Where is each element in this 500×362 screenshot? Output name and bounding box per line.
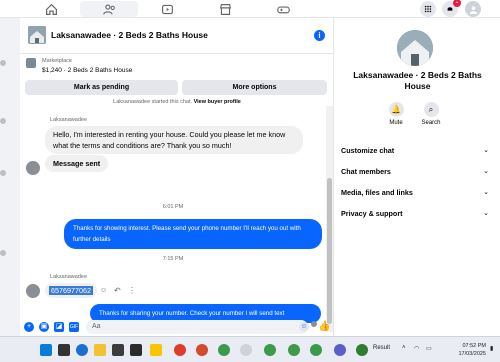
- windows-taskbar: Result ˄ ◠ ▭ 07:52 PM 17/03/2025 ▮: [0, 336, 500, 362]
- gaming-icon[interactable]: [254, 1, 312, 17]
- chrome-icon[interactable]: [240, 344, 252, 356]
- start-icon[interactable]: [40, 344, 52, 356]
- phone-number-text[interactable]: 6576977062: [49, 286, 93, 295]
- wifi-icon[interactable]: ◠: [414, 345, 419, 352]
- menu-grid-icon[interactable]: [420, 1, 436, 17]
- conversation-info-panel: Laksanawadee · 2 Beds 2 Baths House 🔔 Mu…: [335, 18, 500, 336]
- emoji-icon[interactable]: ☺: [299, 322, 309, 332]
- chat-scrollbar-thumb[interactable]: [327, 178, 332, 324]
- clock-date: 17/03/2025: [458, 351, 486, 357]
- background-avatar: [0, 170, 6, 176]
- profile-avatar-icon[interactable]: [465, 1, 481, 17]
- sticker-icon[interactable]: ◪: [54, 322, 64, 332]
- info-icon[interactable]: i: [314, 30, 325, 41]
- app-icon[interactable]: [174, 344, 186, 356]
- marketplace-icon[interactable]: [196, 1, 254, 17]
- app-icon[interactable]: [130, 344, 142, 356]
- marketplace-label: Marketplace: [42, 58, 72, 64]
- incoming-message[interactable]: 6576977062: [45, 283, 97, 298]
- message-list: Laksanawadee Hello, I'm interested in re…: [20, 107, 326, 330]
- section-media-files-links[interactable]: Media, files and links ⌄: [341, 188, 489, 197]
- battery-icon[interactable]: ▭: [426, 345, 432, 352]
- background-avatar: [0, 60, 6, 66]
- sender-avatar[interactable]: [26, 161, 40, 175]
- gif-icon[interactable]: GIF: [69, 322, 79, 332]
- photo-icon[interactable]: ▣: [39, 322, 49, 332]
- listing-thumbnail[interactable]: [26, 58, 36, 68]
- react-icon[interactable]: ☺: [100, 287, 107, 294]
- message-composer: + ▣ ◪ GIF Aa ☺ 👍: [20, 318, 334, 336]
- mark-as-pending-button[interactable]: Mark as pending: [25, 80, 178, 95]
- view-buyer-profile-link[interactable]: View buyer profile: [194, 99, 241, 105]
- app-icon[interactable]: [334, 344, 346, 356]
- reply-icon[interactable]: ↶: [114, 286, 121, 295]
- section-label: Privacy & support: [341, 209, 403, 218]
- section-chat-members[interactable]: Chat members ⌄: [341, 167, 489, 176]
- search-label: Search: [421, 120, 441, 126]
- chevron-down-icon: ⌄: [483, 210, 489, 217]
- timestamp: 6:01 PM: [162, 204, 184, 210]
- top-navigation-bar: •: [0, 0, 500, 18]
- thumbs-up-icon[interactable]: 👍: [318, 322, 330, 332]
- friends-icon[interactable]: [80, 1, 138, 17]
- edge-icon[interactable]: [76, 344, 88, 356]
- incoming-message[interactable]: Message sent: [45, 155, 109, 172]
- chat-started-text: Laksanawadee started this chat.: [113, 99, 193, 105]
- video-icon[interactable]: [138, 1, 196, 17]
- section-label: Chat members: [341, 167, 391, 176]
- notification-badge: •: [453, 0, 461, 7]
- incoming-message[interactable]: Hello, I'm interested in renting your ho…: [45, 126, 303, 154]
- panel-title: Laksanawadee · 2 Beds 2 Baths House: [353, 70, 482, 91]
- taskbar-clock[interactable]: 07:52 PM 17/03/2025: [458, 342, 486, 358]
- bell-icon: 🔔: [388, 102, 404, 117]
- search-icon: ⌕: [423, 102, 439, 117]
- left-background-strip: [0, 18, 20, 336]
- tray-chevron-icon[interactable]: ˄: [402, 345, 406, 351]
- chevron-down-icon: ⌄: [483, 189, 489, 196]
- notification-center-icon[interactable]: ▮: [490, 345, 493, 352]
- chevron-down-icon: ⌄: [483, 147, 489, 154]
- chrome-icon[interactable]: [264, 344, 276, 356]
- file-explorer-icon[interactable]: [94, 344, 106, 356]
- mute-label: Mute: [389, 120, 403, 126]
- browser-icon[interactable]: [196, 344, 208, 356]
- chevron-down-icon: ⌄: [483, 168, 489, 175]
- sender-name: Laksanawadee: [50, 274, 88, 280]
- listing-price-title[interactable]: $1,240 · 2 Beds 2 Baths House: [42, 67, 132, 74]
- sender-name: Laksanawadee: [50, 117, 88, 123]
- notifications-bell-icon[interactable]: •: [442, 0, 461, 17]
- outgoing-message[interactable]: Thanks for showing interest. Please send…: [64, 219, 322, 249]
- result-app-icon[interactable]: [356, 344, 368, 356]
- app-icon[interactable]: [112, 344, 124, 356]
- chat-header: Laksanawadee · 2 Beds 2 Baths House i: [20, 18, 334, 54]
- chat-title[interactable]: Laksanawadee · 2 Beds 2 Baths House: [51, 30, 208, 40]
- chat-window: Laksanawadee · 2 Beds 2 Baths House i Ma…: [20, 18, 334, 336]
- chrome-icon[interactable]: [218, 344, 230, 356]
- background-avatar: [0, 250, 6, 256]
- sender-avatar[interactable]: [26, 284, 40, 298]
- clock-time: 07:52 PM: [462, 343, 486, 349]
- sticky-notes-icon[interactable]: [150, 344, 162, 356]
- section-privacy-support[interactable]: Privacy & support ⌄: [341, 209, 489, 218]
- timestamp: 7:15 PM: [162, 256, 184, 262]
- add-icon[interactable]: +: [24, 322, 34, 332]
- more-actions-icon[interactable]: ⋮: [128, 286, 136, 295]
- chrome-icon[interactable]: [310, 344, 322, 356]
- home-icon[interactable]: [22, 1, 80, 17]
- background-avatar: [0, 118, 6, 124]
- message-input[interactable]: Aa: [86, 320, 308, 334]
- listing-avatar[interactable]: [28, 26, 46, 44]
- chrome-icon[interactable]: [288, 344, 300, 356]
- chat-started-notice: Laksanawadee started this chat. View buy…: [20, 99, 334, 105]
- search-button[interactable]: ⌕ Search: [417, 102, 445, 126]
- task-view-icon[interactable]: [58, 344, 70, 356]
- listing-large-avatar[interactable]: [397, 30, 433, 66]
- section-customize-chat[interactable]: Customize chat ⌄: [341, 146, 489, 155]
- result-label[interactable]: Result: [373, 345, 390, 351]
- marketplace-listing-bar: Marketplace $1,240 · 2 Beds 2 Baths Hous…: [20, 55, 334, 96]
- section-label: Customize chat: [341, 146, 395, 155]
- section-label: Media, files and links: [341, 188, 413, 197]
- mute-button[interactable]: 🔔 Mute: [382, 102, 410, 126]
- more-options-button[interactable]: More options: [182, 80, 327, 95]
